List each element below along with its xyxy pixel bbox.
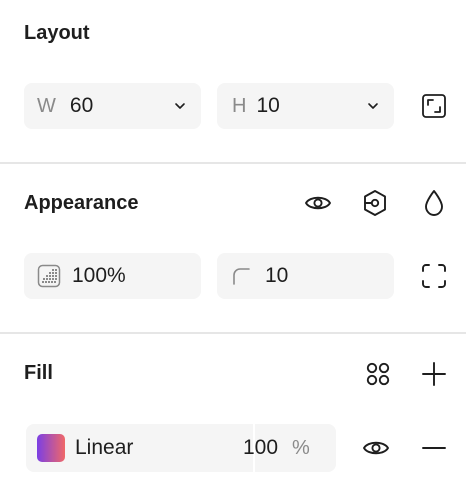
blend-mode-button[interactable] bbox=[418, 187, 450, 219]
section-divider bbox=[0, 332, 466, 334]
eye-icon bbox=[305, 196, 331, 210]
height-field[interactable]: H 10 bbox=[217, 83, 394, 129]
variable-hex-icon bbox=[364, 190, 386, 216]
fill-row[interactable]: Linear 100 % bbox=[26, 424, 336, 472]
opacity-value: 100% bbox=[72, 264, 126, 287]
drop-icon bbox=[425, 190, 443, 216]
height-value: 10 bbox=[256, 94, 280, 117]
fill-section-title: Fill bbox=[24, 362, 53, 384]
plus-icon bbox=[422, 362, 446, 386]
visibility-toggle-button[interactable] bbox=[302, 187, 334, 219]
corner-radius-value: 10 bbox=[265, 264, 289, 287]
fill-styles-button[interactable] bbox=[362, 358, 394, 390]
remove-fill-button[interactable] bbox=[418, 432, 450, 464]
layout-section-title: Layout bbox=[24, 22, 90, 44]
fill-type-label[interactable]: Linear bbox=[75, 436, 133, 460]
height-prefix: H bbox=[232, 94, 247, 117]
fill-opacity-value[interactable]: 100 bbox=[243, 436, 278, 460]
independent-corners-icon bbox=[422, 264, 446, 288]
eye-icon bbox=[363, 441, 389, 455]
add-fill-button[interactable] bbox=[418, 358, 450, 390]
opacity-icon bbox=[37, 264, 61, 288]
resize-to-fit-button[interactable] bbox=[418, 90, 450, 122]
width-field[interactable]: W 60 bbox=[24, 83, 201, 129]
width-prefix: W bbox=[37, 94, 56, 117]
gradient-swatch[interactable] bbox=[37, 434, 65, 462]
chevron-down-icon[interactable] bbox=[366, 99, 380, 113]
opacity-field[interactable]: 100% bbox=[24, 253, 201, 299]
chevron-down-icon[interactable] bbox=[173, 99, 187, 113]
fill-opacity-unit: % bbox=[292, 436, 310, 459]
independent-corners-button[interactable] bbox=[418, 260, 450, 292]
section-divider bbox=[0, 162, 466, 164]
fill-visibility-button[interactable] bbox=[360, 432, 392, 464]
minus-icon bbox=[422, 447, 446, 449]
resize-to-fit-icon bbox=[422, 94, 446, 118]
variable-button[interactable] bbox=[359, 187, 391, 219]
corner-radius-icon bbox=[233, 268, 250, 285]
corner-radius-field[interactable]: 10 bbox=[217, 253, 394, 299]
styles-grid-icon bbox=[366, 362, 390, 386]
appearance-section-title: Appearance bbox=[24, 192, 139, 214]
width-value: 60 bbox=[69, 94, 94, 117]
